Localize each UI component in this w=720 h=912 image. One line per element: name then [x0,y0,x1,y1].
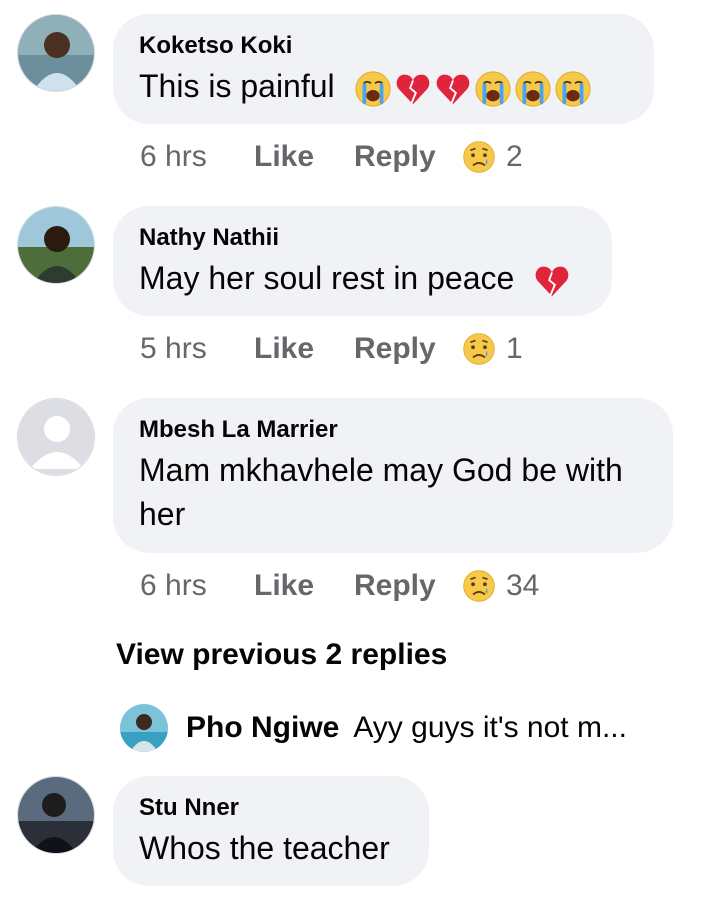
reaction-count: 34 [506,569,540,602]
reaction-summary[interactable]: 2 [462,140,523,174]
reply-text: Ayy guys it's not m... [353,711,627,744]
like-button[interactable]: Like [254,569,354,603]
avatar-nathy-nathii[interactable] [17,206,95,284]
like-button[interactable]: Like [254,140,354,174]
reply-button[interactable]: Reply [354,332,462,366]
comment-author[interactable]: Nathy Nathii [139,224,586,252]
reaction-count: 2 [506,140,523,173]
comment-text-line-1: Mam mkhavhele may God be with [139,452,623,488]
sad-face-icon [462,569,496,603]
comment-actions: 6 hrs Like Reply 34 [140,569,539,603]
comment-bubble[interactable]: Nathy Nathii May her soul rest in peace [113,206,612,316]
crying-face-icon [554,70,592,108]
reply-author[interactable]: Pho Ngiwe [186,711,339,745]
comment-bubble[interactable]: Stu Nner Whos the teacher [113,776,429,886]
comment-bubble[interactable]: Mbesh La Marrier Mam mkhavhele may God b… [113,398,673,553]
view-previous-replies-link[interactable]: View previous 2 replies [116,638,447,672]
avatar-koketso-koki[interactable] [17,14,95,92]
broken-heart-icon [533,262,571,300]
reaction-count: 1 [506,332,523,365]
crying-face-icon [354,70,392,108]
comment-text: This is painful [139,64,628,108]
comment-time[interactable]: 5 hrs [140,332,254,366]
reply-preview[interactable]: Pho Ngiwe Ayy guys it's not m... [120,704,680,752]
emoji-row [533,262,571,300]
comment-text-body: May her soul rest in peace [139,260,515,296]
comment-bubble[interactable]: Koketso Koki This is painful [113,14,654,124]
comment-author[interactable]: Stu Nner [139,794,403,822]
comment-time[interactable]: 6 hrs [140,569,254,603]
crying-face-icon [514,70,552,108]
broken-heart-icon [434,70,472,108]
avatar-stu-nner[interactable] [17,776,95,854]
comment-text: Whos the teacher [139,830,390,866]
comment-actions: 6 hrs Like Reply 2 [140,140,523,174]
reaction-summary[interactable]: 34 [462,569,539,603]
reaction-summary[interactable]: 1 [462,332,523,366]
comment-actions: 5 hrs Like Reply 1 [140,332,523,366]
emoji-row [354,70,592,108]
avatar-default[interactable] [17,398,95,476]
crying-face-icon [474,70,512,108]
comment-text: May her soul rest in peace [139,256,586,300]
reply-button[interactable]: Reply [354,140,462,174]
reply-button[interactable]: Reply [354,569,462,603]
comment-text-line-2: her [139,496,186,532]
like-button[interactable]: Like [254,332,354,366]
comment-author[interactable]: Mbesh La Marrier [139,416,647,444]
avatar-pho-ngiwe[interactable] [120,704,168,752]
sad-face-icon [462,140,496,174]
sad-face-icon [462,332,496,366]
broken-heart-icon [394,70,432,108]
comment-author[interactable]: Koketso Koki [139,32,628,60]
comment-text-body: This is painful [139,68,335,104]
comment-time[interactable]: 6 hrs [140,140,254,174]
